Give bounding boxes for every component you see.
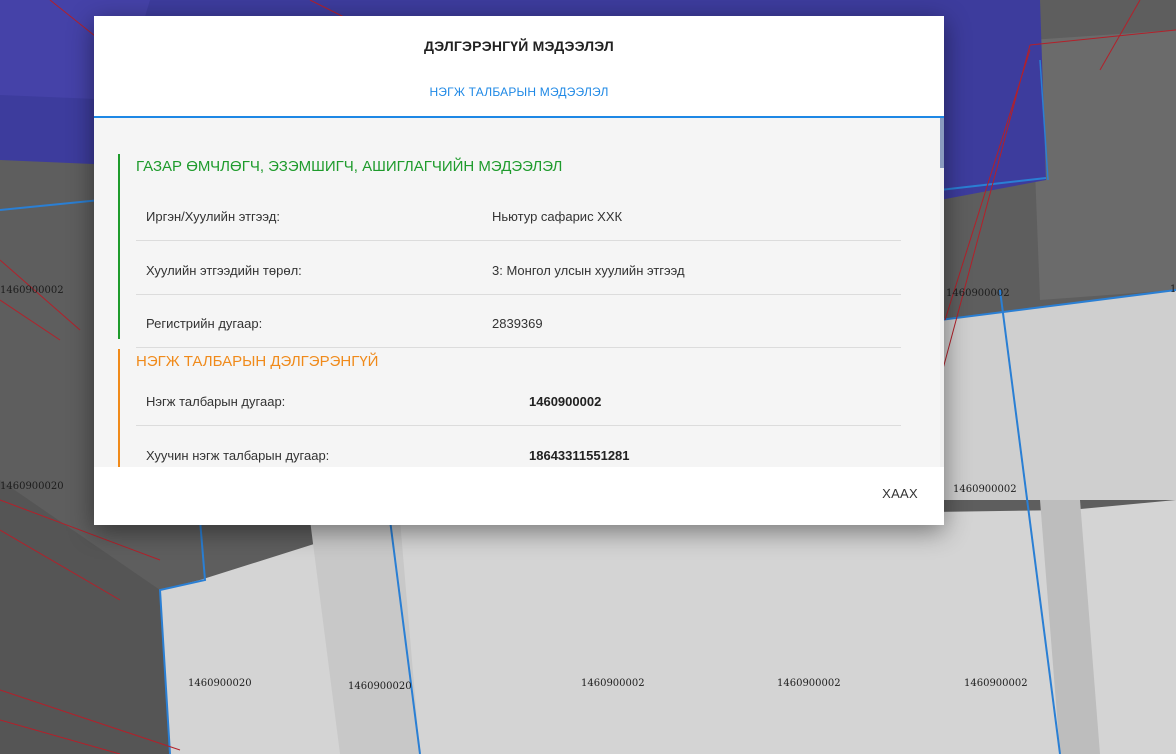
- dialog-body[interactable]: ГАЗАР ӨМЧЛӨГЧ, ЭЗЭМШИГЧ, АШИГЛАГЧИЙН МЭД…: [94, 118, 944, 467]
- dialog-footer: ХААХ: [94, 467, 944, 525]
- parcel-label: 1460900002: [0, 285, 64, 296]
- parcel-label: 1460900002: [777, 678, 841, 689]
- dialog-title: ДЭЛГЭРЭНГҮЙ МЭДЭЭЛЭЛ: [424, 38, 614, 54]
- parcel-label: 1: [1170, 284, 1176, 295]
- parcel-label: 1460900020: [348, 681, 412, 692]
- owner-section-title: ГАЗАР ӨМЧЛӨГЧ, ЭЗЭМШИГЧ, АШИГЛАГЧИЙН МЭД…: [136, 158, 563, 175]
- detail-dialog: ДЭЛГЭРЭНГҮЙ МЭДЭЭЛЭЛ НЭГЖ ТАЛБАРЫН МЭДЭЭ…: [94, 16, 944, 525]
- info-row: Иргэн/Хуулийн этгээд: Ньютур сафарис ХХК: [136, 188, 901, 241]
- owner-section: ГАЗАР ӨМЧЛӨГЧ, ЭЗЭМШИГЧ, АШИГЛАГЧИЙН МЭД…: [118, 154, 901, 348]
- dialog-header: ДЭЛГЭРЭНГҮЙ МЭДЭЭЛЭЛ НЭГЖ ТАЛБАРЫН МЭДЭЭ…: [94, 16, 944, 118]
- info-row: Регистрийн дугаар: 2839369: [136, 295, 901, 348]
- row-label: Хуулийн этгээдийн төрөл:: [146, 263, 302, 278]
- parcel-label: 1460900020: [188, 678, 252, 689]
- row-value: Ньютур сафарис ХХК: [492, 209, 623, 224]
- parcel-label: 1460900002: [581, 678, 645, 689]
- scroll-thumb[interactable]: [940, 118, 944, 168]
- row-value: 3: Монгол улсын хуулийн этгээд: [492, 263, 685, 278]
- info-row: Нэгж талбарын дугаар: 1460900002: [136, 373, 901, 426]
- row-value: 1460900002: [529, 394, 602, 409]
- row-label: Регистрийн дугаар:: [146, 316, 263, 331]
- parcel-label: 1460900002: [946, 288, 1010, 299]
- row-label: Нэгж талбарын дугаар:: [146, 394, 286, 409]
- parcel-label: 1460900002: [964, 678, 1028, 689]
- row-label: Хуучин нэгж талбарын дугаар:: [146, 448, 330, 463]
- row-value: 2839369: [492, 316, 543, 331]
- parcel-section-title: НЭГЖ ТАЛБАРЫН ДЭЛГЭРЭНГҮЙ: [136, 353, 379, 370]
- info-row: Хуучин нэгж талбарын дугаар: 18643311551…: [136, 427, 901, 467]
- parcel-label: 1460900020: [0, 481, 64, 492]
- scrollbar[interactable]: [940, 118, 944, 467]
- tab-parcel-info[interactable]: НЭГЖ ТАЛБАРЫН МЭДЭЭЛЭЛ: [94, 85, 944, 99]
- close-button[interactable]: ХААХ: [882, 486, 918, 501]
- parcel-section: НЭГЖ ТАЛБАРЫН ДЭЛГЭРЭНГҮЙ Нэгж талбарын …: [118, 349, 901, 467]
- row-label: Иргэн/Хуулийн этгээд:: [146, 209, 280, 224]
- parcel-label: 1460900002: [953, 484, 1017, 495]
- info-row: Хуулийн этгээдийн төрөл: 3: Монгол улсын…: [136, 242, 901, 295]
- row-value: 18643311551281: [529, 448, 630, 463]
